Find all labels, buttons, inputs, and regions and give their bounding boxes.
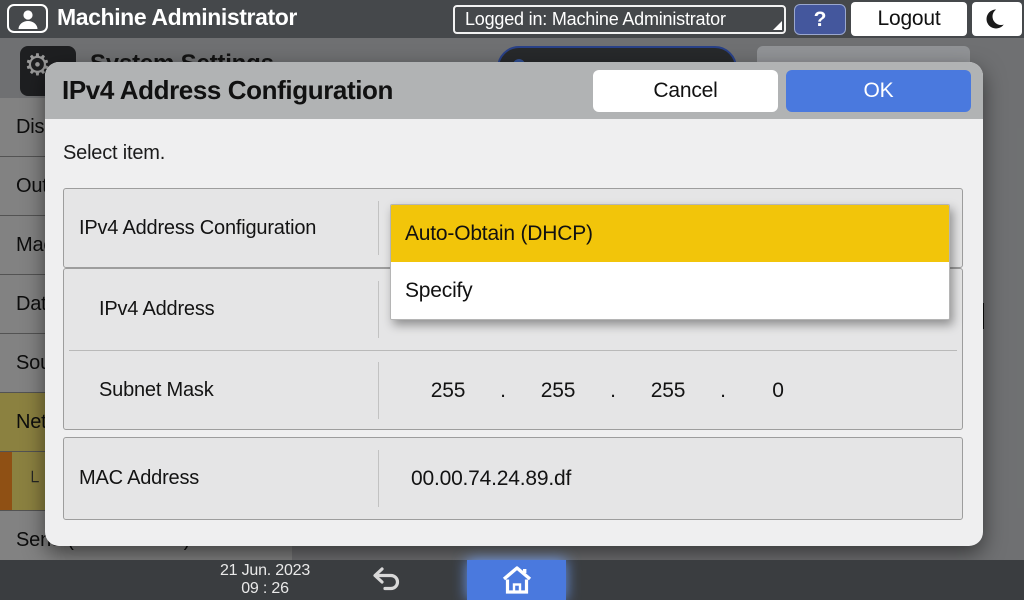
corner-triangle-icon	[773, 21, 782, 30]
user-icon	[7, 4, 48, 33]
dialog-header: IPv4 Address Configuration Cancel OK	[45, 62, 983, 119]
row-subnet-mask[interactable]: Subnet Mask 255 . 255 . 255 . 0	[64, 350, 962, 431]
login-status-dropdown[interactable]: Logged in: Machine Administrator	[453, 5, 786, 34]
top-status-bar: Machine Administrator Logged in: Machine…	[0, 0, 1024, 38]
ipv4-configuration-dropdown-list: Auto-Obtain (DHCP) Specify	[390, 204, 950, 320]
ok-button[interactable]: OK	[786, 70, 971, 112]
dialog-title: IPv4 Address Configuration	[62, 75, 593, 106]
mac-address-value: 00.00.74.24.89.df	[411, 438, 571, 519]
row-mac-address: MAC Address 00.00.74.24.89.df	[63, 437, 963, 520]
dialog-instruction: Select item.	[63, 142, 165, 165]
logout-button[interactable]: Logout	[851, 2, 967, 36]
back-button[interactable]	[362, 562, 410, 598]
subnet-mask-value: 255 . 255 . 255 . 0	[426, 350, 800, 431]
row-label: MAC Address	[79, 438, 199, 519]
bottom-system-bar: 21 Jun. 2023 09 : 26	[0, 560, 1024, 600]
home-icon	[501, 565, 533, 595]
date-time-display: 21 Jun. 2023 09 : 26	[200, 562, 330, 598]
undo-arrow-icon	[369, 566, 403, 594]
sleep-mode-button[interactable]	[972, 2, 1022, 36]
dropdown-option-auto-obtain-dhcp[interactable]: Auto-Obtain (DHCP)	[391, 205, 949, 262]
column-divider	[378, 450, 379, 507]
row-label: IPv4 Address Configuration	[79, 189, 316, 267]
device-screen: ⚙ ⚙ System Settings Disp Out Mac Dat Sou…	[0, 0, 1024, 600]
column-divider	[378, 201, 379, 255]
row-label: IPv4 Address	[99, 269, 214, 350]
logged-in-user-title: Machine Administrator	[57, 4, 297, 31]
help-button[interactable]: ?	[794, 4, 846, 35]
date-text: 21 Jun. 2023	[200, 562, 330, 580]
column-divider	[378, 281, 379, 338]
dropdown-option-specify[interactable]: Specify	[391, 262, 949, 319]
column-divider	[378, 362, 379, 419]
crescent-moon-icon	[985, 6, 1009, 32]
row-label: Subnet Mask	[99, 350, 214, 431]
time-text: 09 : 26	[200, 580, 330, 598]
cancel-button[interactable]: Cancel	[593, 70, 778, 112]
home-button[interactable]	[467, 560, 566, 600]
